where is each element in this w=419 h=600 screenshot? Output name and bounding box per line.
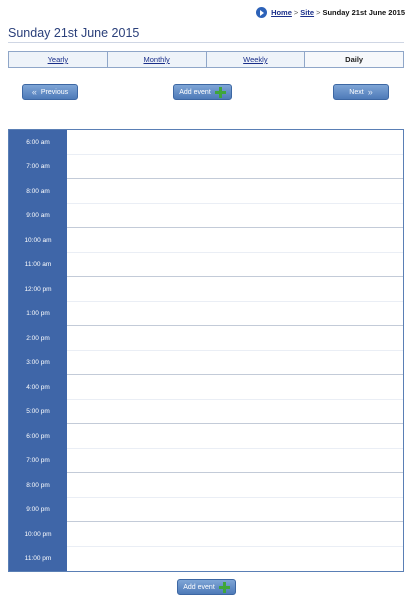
hour-label: 5:00 pm xyxy=(9,399,67,424)
hour-row: 11:00 pm xyxy=(9,546,403,571)
hour-row: 6:00 pm xyxy=(9,424,403,449)
hour-row: 11:00 am xyxy=(9,252,403,277)
breadcrumb-current: Sunday 21st June 2015 xyxy=(322,8,405,17)
hour-row: 5:00 pm xyxy=(9,399,403,424)
time-slot[interactable] xyxy=(67,252,403,277)
hour-label: 8:00 am xyxy=(9,179,67,204)
hour-label: 7:00 pm xyxy=(9,448,67,473)
time-slot[interactable] xyxy=(67,546,403,571)
add-event-label: Add event xyxy=(183,583,215,591)
hour-row: 8:00 pm xyxy=(9,473,403,498)
next-label: Next xyxy=(349,88,364,96)
hour-label: 7:00 am xyxy=(9,154,67,179)
time-slot[interactable] xyxy=(67,399,403,424)
play-icon xyxy=(256,7,268,18)
hour-label: 3:00 pm xyxy=(9,350,67,375)
hour-row: 7:00 am xyxy=(9,154,403,179)
time-slot[interactable] xyxy=(67,203,403,228)
hour-row: 2:00 pm xyxy=(9,326,403,351)
time-slot[interactable] xyxy=(67,350,403,375)
breadcrumb: Home > Site > Sunday 21st June 2015 xyxy=(256,7,405,18)
hour-row: 9:00 pm xyxy=(9,497,403,522)
hour-label: 8:00 pm xyxy=(9,473,67,498)
tab-daily[interactable]: Daily xyxy=(305,52,403,67)
next-button[interactable]: Next » xyxy=(333,84,389,100)
hour-label: 4:00 pm xyxy=(9,375,67,400)
plus-icon xyxy=(214,86,226,98)
day-schedule-grid: 6:00 am 7:00 am 8:00 am 9:00 am 10:00 am… xyxy=(8,129,404,572)
hour-label: 10:00 pm xyxy=(9,522,67,547)
time-slot[interactable] xyxy=(67,228,403,253)
hour-label: 6:00 pm xyxy=(9,424,67,449)
add-event-button-bottom[interactable]: Add event xyxy=(177,579,236,595)
tab-yearly[interactable]: Yearly xyxy=(9,52,108,67)
time-slot[interactable] xyxy=(67,424,403,449)
hour-row: 1:00 pm xyxy=(9,301,403,326)
hour-row: 10:00 am xyxy=(9,228,403,253)
previous-button[interactable]: « Previous xyxy=(22,84,78,100)
hour-label: 10:00 am xyxy=(9,228,67,253)
plus-icon xyxy=(218,581,230,593)
time-slot[interactable] xyxy=(67,497,403,522)
tab-weekly[interactable]: Weekly xyxy=(207,52,306,67)
hour-label: 2:00 pm xyxy=(9,326,67,351)
hour-label: 11:00 pm xyxy=(9,546,67,571)
breadcrumb-separator: > xyxy=(316,8,321,17)
hour-label: 9:00 pm xyxy=(9,497,67,522)
hour-row: 4:00 pm xyxy=(9,375,403,400)
hour-row: 8:00 am xyxy=(9,179,403,204)
time-slot[interactable] xyxy=(67,326,403,351)
time-slot[interactable] xyxy=(67,154,403,179)
double-left-arrow-icon: « xyxy=(31,87,37,97)
time-slot[interactable] xyxy=(67,179,403,204)
time-slot[interactable] xyxy=(67,130,403,155)
hour-row: 12:00 pm xyxy=(9,277,403,302)
hour-label: 11:00 am xyxy=(9,252,67,277)
time-slot[interactable] xyxy=(67,375,403,400)
time-slot[interactable] xyxy=(67,301,403,326)
time-slot[interactable] xyxy=(67,277,403,302)
hour-label: 9:00 am xyxy=(9,203,67,228)
title-divider xyxy=(8,42,404,43)
breadcrumb-site-link[interactable]: Site xyxy=(300,8,314,17)
hour-row: 7:00 pm xyxy=(9,448,403,473)
breadcrumb-home-link[interactable]: Home xyxy=(271,8,292,17)
add-event-button[interactable]: Add event xyxy=(173,84,232,100)
page-title: Sunday 21st June 2015 xyxy=(8,26,140,40)
hour-label: 1:00 pm xyxy=(9,301,67,326)
time-slot[interactable] xyxy=(67,522,403,547)
time-slot[interactable] xyxy=(67,448,403,473)
hour-label: 6:00 am xyxy=(9,130,67,155)
time-slot[interactable] xyxy=(67,473,403,498)
add-event-label: Add event xyxy=(179,88,211,96)
view-tabs: Yearly Monthly Weekly Daily xyxy=(8,51,404,68)
hour-label: 12:00 pm xyxy=(9,277,67,302)
hour-row: 3:00 pm xyxy=(9,350,403,375)
tab-monthly[interactable]: Monthly xyxy=(108,52,207,67)
hour-row: 9:00 am xyxy=(9,203,403,228)
double-right-arrow-icon: » xyxy=(367,87,373,97)
hour-row: 10:00 pm xyxy=(9,522,403,547)
hour-row: 6:00 am xyxy=(9,130,403,155)
breadcrumb-separator: > xyxy=(293,8,299,17)
previous-label: Previous xyxy=(40,88,69,96)
